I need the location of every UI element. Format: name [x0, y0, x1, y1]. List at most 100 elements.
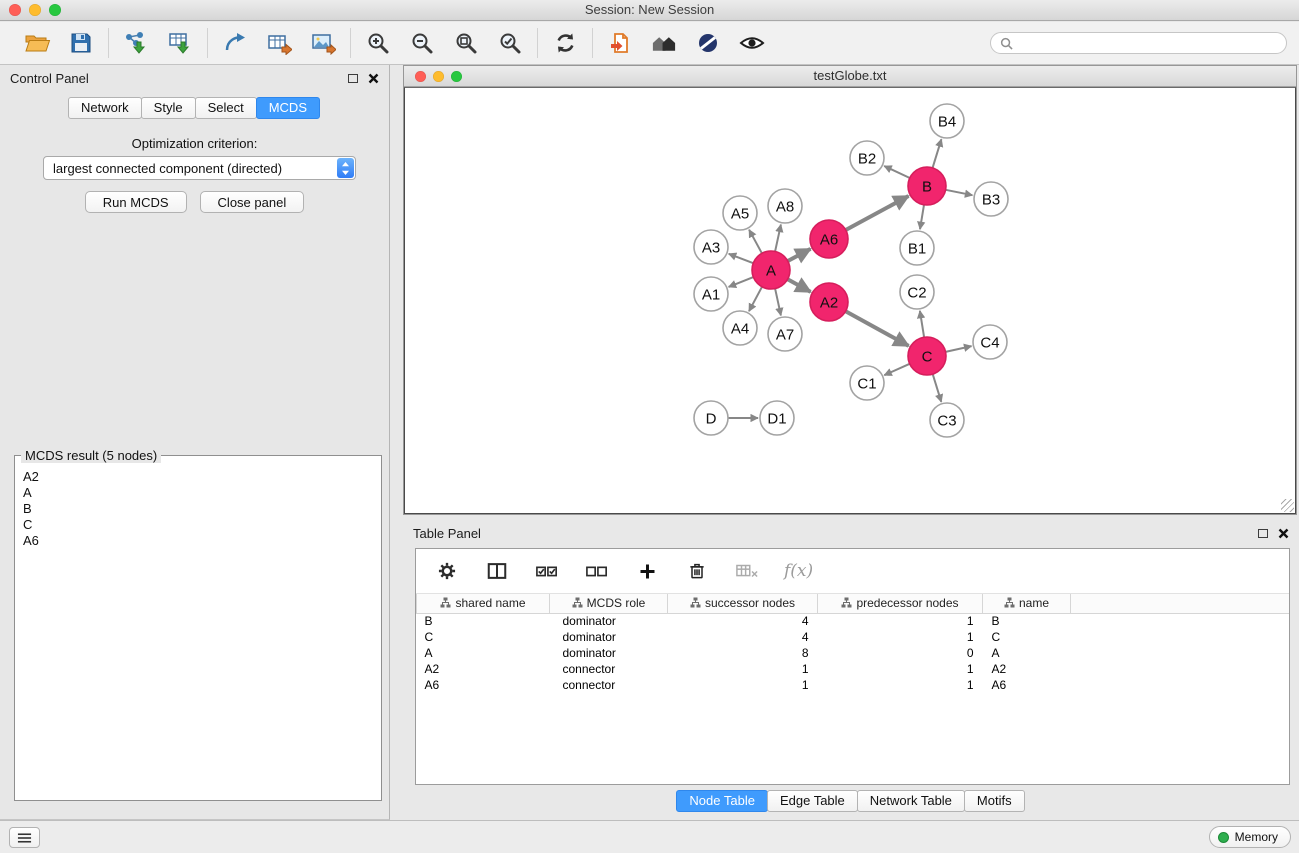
graph-node-A5[interactable]: A5 — [723, 196, 757, 230]
graph-node-A2[interactable]: A2 — [810, 283, 848, 321]
graph-node-A6[interactable]: A6 — [810, 220, 848, 258]
export-table-icon[interactable] — [265, 29, 293, 57]
table-row[interactable]: A2connector11A2 — [417, 661, 1290, 677]
refresh-layout-icon[interactable] — [551, 29, 579, 57]
delete-rows-icon[interactable] — [684, 558, 710, 584]
graph-node-C2[interactable]: C2 — [900, 275, 934, 309]
zoom-fit-icon[interactable] — [452, 29, 480, 57]
tab-network[interactable]: Network — [68, 97, 142, 119]
graph-edge-A-A2[interactable] — [788, 279, 811, 292]
graph-edge-C-C2[interactable] — [920, 311, 924, 337]
open-folder-icon[interactable] — [23, 29, 51, 57]
graph-node-A[interactable]: A — [752, 251, 790, 289]
graph-edge-C-C4[interactable] — [946, 346, 972, 352]
graph-edge-B-B4[interactable] — [933, 139, 942, 168]
tab-node-table[interactable]: Node Table — [676, 790, 768, 812]
settings-gear-icon[interactable] — [434, 558, 460, 584]
import-table-icon[interactable] — [166, 29, 194, 57]
graph-node-A8[interactable]: A8 — [768, 189, 802, 223]
mcds-result-item[interactable]: A2 — [15, 469, 381, 485]
graph-edge-A-A4[interactable] — [749, 287, 762, 311]
table-float-panel-icon[interactable] — [1258, 529, 1268, 538]
graph-node-B[interactable]: B — [908, 167, 946, 205]
graph-node-A4[interactable]: A4 — [723, 311, 757, 345]
tab-motifs[interactable]: Motifs — [964, 790, 1025, 812]
mcds-result-item[interactable]: B — [15, 501, 381, 517]
export-image-icon[interactable] — [309, 29, 337, 57]
graph-node-C[interactable]: C — [908, 337, 946, 375]
network-canvas[interactable]: AA1A2A3A4A5A6A7A8BB1B2B3B4CC1C2C3C4DD1 — [404, 87, 1296, 514]
graph-node-C3[interactable]: C3 — [930, 403, 964, 437]
graph-node-B4[interactable]: B4 — [930, 104, 964, 138]
tab-edge-table[interactable]: Edge Table — [767, 790, 858, 812]
hide-details-icon[interactable] — [694, 29, 722, 57]
graph-edge-A-A8[interactable] — [775, 225, 781, 252]
close-window-button[interactable] — [9, 4, 21, 16]
mcds-result-item[interactable]: A6 — [15, 533, 381, 549]
graph-node-B3[interactable]: B3 — [974, 182, 1008, 216]
graph-edge-C-C3[interactable] — [933, 374, 942, 402]
close-panel-button[interactable]: Close panel — [200, 191, 305, 213]
eye-icon[interactable] — [738, 29, 766, 57]
deselect-all-icon[interactable] — [584, 558, 610, 584]
graph-edge-A6-B[interactable] — [846, 196, 909, 230]
run-mcds-button[interactable]: Run MCDS — [85, 191, 187, 213]
network-graph[interactable]: AA1A2A3A4A5A6A7A8BB1B2B3B4CC1C2C3C4DD1 — [405, 88, 1296, 514]
table-row[interactable]: Bdominator41B — [417, 613, 1290, 629]
search-field[interactable] — [990, 32, 1287, 54]
column-header-name[interactable]: name — [983, 594, 1071, 613]
graph-edge-A-A6[interactable] — [788, 249, 811, 261]
task-history-button[interactable] — [9, 827, 40, 848]
memory-button[interactable]: Memory — [1209, 826, 1291, 848]
graph-edge-C-C1[interactable] — [884, 364, 909, 375]
zoom-window-button[interactable] — [49, 4, 61, 16]
zoom-selected-icon[interactable] — [496, 29, 524, 57]
mcds-result-item[interactable]: C — [15, 517, 381, 533]
column-header-successor-nodes[interactable]: successor nodes — [668, 594, 818, 613]
zoom-in-icon[interactable] — [364, 29, 392, 57]
tab-mcds[interactable]: MCDS — [256, 97, 320, 119]
graph-edge-A-A3[interactable] — [729, 254, 754, 263]
graph-node-D[interactable]: D — [694, 401, 728, 435]
graph-edge-A-A7[interactable] — [775, 289, 781, 316]
select-all-icon[interactable] — [534, 558, 560, 584]
tab-style[interactable]: Style — [141, 97, 196, 119]
graph-edge-A-A1[interactable] — [729, 277, 754, 287]
optimization-criterion-dropdown[interactable]: largest connected component (directed) — [43, 156, 356, 180]
graph-node-A7[interactable]: A7 — [768, 317, 802, 351]
graph-edge-A-A5[interactable] — [749, 230, 762, 254]
graph-node-A3[interactable]: A3 — [694, 230, 728, 264]
add-column-icon[interactable] — [634, 558, 660, 584]
column-header-predecessor-nodes[interactable]: predecessor nodes — [818, 594, 983, 613]
search-input[interactable] — [1019, 36, 1277, 50]
zoom-out-icon[interactable] — [408, 29, 436, 57]
resize-grip[interactable] — [1281, 499, 1294, 512]
mcds-result-item[interactable]: A — [15, 485, 381, 501]
table-row[interactable]: A6connector11A6 — [417, 677, 1290, 693]
graph-node-C1[interactable]: C1 — [850, 366, 884, 400]
graph-node-C4[interactable]: C4 — [973, 325, 1007, 359]
save-session-icon[interactable] — [67, 29, 95, 57]
graph-edge-A2-C[interactable] — [846, 311, 909, 346]
graph-edge-B-B2[interactable] — [884, 166, 910, 178]
table-close-panel-icon[interactable] — [1278, 528, 1289, 539]
network-close-button[interactable] — [415, 71, 426, 82]
float-panel-icon[interactable] — [348, 74, 358, 83]
graph-node-A1[interactable]: A1 — [694, 277, 728, 311]
network-minimize-button[interactable] — [433, 71, 444, 82]
graph-node-B2[interactable]: B2 — [850, 141, 884, 175]
table-row[interactable]: Cdominator41C — [417, 629, 1290, 645]
minimize-window-button[interactable] — [29, 4, 41, 16]
column-header-shared-name[interactable]: shared name — [417, 594, 550, 613]
tab-network-table[interactable]: Network Table — [857, 790, 965, 812]
graph-edge-B-B3[interactable] — [946, 190, 973, 195]
table-row[interactable]: Adominator80A — [417, 645, 1290, 661]
export-network-icon[interactable] — [221, 29, 249, 57]
tab-select[interactable]: Select — [195, 97, 257, 119]
column-header-MCDS-role[interactable]: MCDS role — [550, 594, 668, 613]
graph-node-D1[interactable]: D1 — [760, 401, 794, 435]
close-panel-icon[interactable] — [368, 73, 379, 84]
network-zoom-button[interactable] — [451, 71, 462, 82]
toggle-columns-icon[interactable] — [484, 558, 510, 584]
export-document-icon[interactable] — [606, 29, 634, 57]
